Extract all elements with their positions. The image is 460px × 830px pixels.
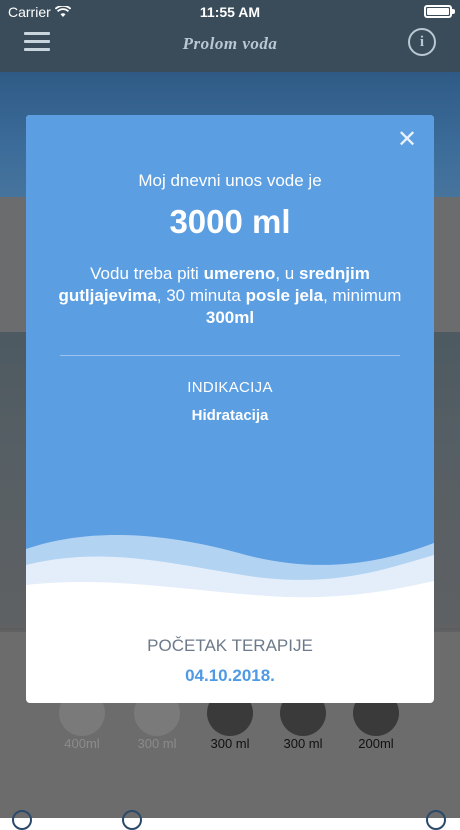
instruction-emphasis: 300ml <box>205 308 255 327</box>
toolbar-icon[interactable] <box>12 810 32 830</box>
clock: 11:55 AM <box>199 4 261 20</box>
instruction-text: , u <box>275 264 299 283</box>
instruction-emphasis: posle jela <box>245 286 324 305</box>
cup-label: 300 ml <box>137 736 177 751</box>
indication-label: INDIKACIJA <box>187 379 273 396</box>
toolbar-icon[interactable] <box>426 810 446 830</box>
instruction-text: Vodu treba piti <box>90 264 204 283</box>
cup-label: 200ml <box>358 736 394 751</box>
battery-icon <box>424 5 455 18</box>
drinking-instructions: Vodu treba piti umereno, u srednjim gutl… <box>50 263 410 329</box>
cup-label: 400ml <box>64 736 100 751</box>
water-intake-modal: ✕ Moj dnevni unos vode je 3000 ml Vodu t… <box>26 115 434 703</box>
bottom-toolbar-dimmed <box>0 808 460 830</box>
instruction-text: , 30 minuta <box>156 286 246 305</box>
close-icon[interactable]: ✕ <box>396 128 418 152</box>
daily-intake-amount: 3000 ml <box>169 203 291 240</box>
modal-divider <box>60 355 400 356</box>
wave-decoration <box>26 534 434 625</box>
intake-intro: Moj dnevni unos vode je <box>138 171 322 190</box>
cup-label: 300 ml <box>283 736 323 751</box>
cup-label: 300 ml <box>210 736 250 751</box>
info-icon[interactable]: i <box>408 28 436 56</box>
status-bar: Carrier 11:55 AM <box>0 0 460 24</box>
therapy-start-label: POČETAK TERAPIJE <box>147 636 313 655</box>
therapy-start-date: 04.10.2018. <box>185 666 275 685</box>
instruction-emphasis: umereno <box>203 264 276 283</box>
app-title: Prolom voda <box>182 34 278 53</box>
indication-value: Hidratacija <box>191 407 269 424</box>
instruction-text: , minimum <box>323 286 402 305</box>
toolbar-icon[interactable] <box>122 810 142 830</box>
app-header: Prolom voda i <box>0 24 460 72</box>
